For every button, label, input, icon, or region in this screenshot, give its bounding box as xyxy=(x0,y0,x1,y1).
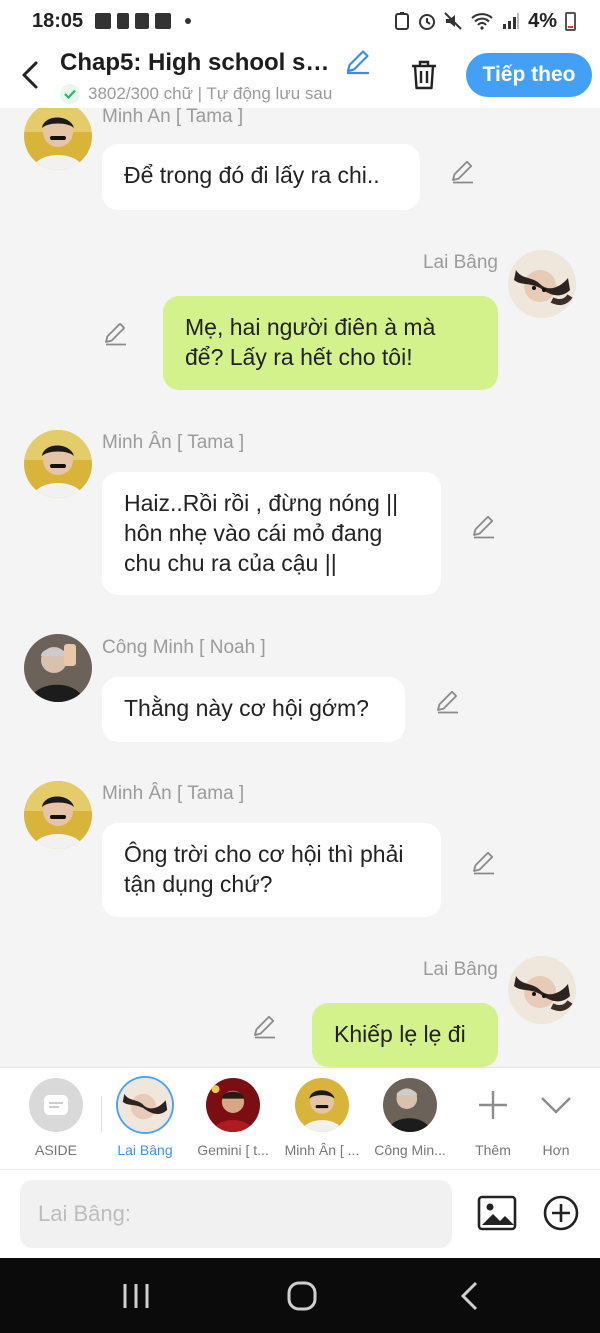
message-input[interactable] xyxy=(20,1180,452,1248)
expand-button[interactable]: Hơn xyxy=(526,1078,586,1158)
image-icon xyxy=(477,1195,517,1231)
trash-icon xyxy=(412,60,436,90)
add-button[interactable] xyxy=(540,1192,582,1234)
character-label: Hơn xyxy=(542,1142,570,1158)
character-label: Thêm xyxy=(475,1142,511,1158)
edit-message-icon[interactable] xyxy=(252,1013,278,1039)
back-nav-icon[interactable] xyxy=(450,1276,490,1316)
avatar xyxy=(206,1078,260,1132)
message-bubble[interactable]: Thằng này cơ hội gớm? xyxy=(102,677,405,742)
character-label: Gemini [ t... xyxy=(197,1142,269,1158)
battery-saver-icon xyxy=(395,12,410,30)
plus-circle-icon xyxy=(543,1195,579,1231)
speaker-name: Minh An [ Tama ] xyxy=(102,108,244,127)
alarm-icon xyxy=(419,14,436,30)
avatar[interactable] xyxy=(24,634,92,702)
avatar[interactable] xyxy=(24,108,92,170)
edit-message-icon[interactable] xyxy=(471,513,497,539)
avatar[interactable] xyxy=(508,956,576,1024)
character-lai-bang[interactable]: Lai Bâng xyxy=(102,1078,188,1158)
edit-message-icon[interactable] xyxy=(471,849,497,875)
chevron-left-icon xyxy=(22,61,38,89)
message-bubble[interactable]: Để trong đó đi lấy ra chi.. xyxy=(102,144,420,210)
edit-message-icon[interactable] xyxy=(450,158,476,184)
character-label: Công Min... xyxy=(374,1142,446,1158)
mute-icon xyxy=(444,12,462,30)
chapter-info: Chap5: High school sw... 3802/300 chữ | … xyxy=(60,47,380,104)
app-header: Chap5: High school sw... 3802/300 chữ | … xyxy=(0,42,600,108)
word-count-status: 3802/300 chữ | Tự động lưu sau xyxy=(88,83,333,103)
character-gemini[interactable]: Gemini [ t... xyxy=(190,1078,276,1158)
speaker-name: Công Minh [ Noah ] xyxy=(102,637,266,658)
avatar xyxy=(118,1078,172,1132)
message-bubble[interactable]: Mẹ, hai người điên à mà để? Lấy ra hết c… xyxy=(163,296,498,390)
edit-title-button[interactable] xyxy=(344,47,372,80)
status-bar: 18:05 4% xyxy=(0,0,600,42)
character-minh-an[interactable]: Minh Ân [ ... xyxy=(279,1078,365,1158)
avatar xyxy=(295,1078,349,1132)
character-selector: ASIDE Lai Bâng Gemini [ t... Minh Ân [ .… xyxy=(0,1067,600,1169)
character-aside[interactable]: ASIDE xyxy=(13,1078,99,1158)
avatar[interactable] xyxy=(508,250,576,318)
avatar[interactable] xyxy=(24,430,92,498)
gallery-notification-icon xyxy=(95,13,112,29)
pencil-icon xyxy=(346,49,369,74)
next-button[interactable]: Tiếp theo xyxy=(466,53,592,97)
speaker-name: Minh Ân [ Tama ] xyxy=(102,783,245,804)
more-notifications-dot xyxy=(185,18,192,24)
character-label: Minh Ân [ ... xyxy=(284,1142,360,1158)
battery-icon xyxy=(565,11,576,31)
chevron-down-icon xyxy=(541,1097,571,1114)
chapter-title[interactable]: Chap5: High school sw... xyxy=(60,49,338,77)
edit-message-icon[interactable] xyxy=(435,688,461,714)
plus-icon xyxy=(479,1091,507,1119)
aside-icon xyxy=(29,1078,83,1132)
message-bubble[interactable]: Khiếp lẹ lẹ đi xyxy=(312,1003,498,1067)
speaker-name: Lai Bâng xyxy=(422,959,498,980)
delete-button[interactable] xyxy=(396,47,452,103)
back-button[interactable] xyxy=(0,45,60,105)
clipboard-notification-icon xyxy=(135,13,150,29)
signal-icon xyxy=(503,13,520,29)
chat-area[interactable]: Minh An [ Tama ] Để trong đó đi lấy ra c… xyxy=(0,108,600,1067)
alert-notification-icon xyxy=(117,13,130,29)
speaker-name: Minh Ân [ Tama ] xyxy=(102,432,245,453)
message-bubble[interactable]: Haiz..Rồi rồi , đừng nóng || hôn nhẹ vào… xyxy=(102,472,441,595)
character-cong-minh[interactable]: Công Min... xyxy=(367,1078,453,1158)
character-label: ASIDE xyxy=(34,1142,77,1158)
wifi-icon xyxy=(471,13,493,30)
shop-notification-icon xyxy=(155,13,172,29)
battery-level: 4% xyxy=(528,9,557,32)
recent-apps-icon[interactable] xyxy=(116,1276,156,1316)
status-time: 18:05 xyxy=(32,9,84,32)
avatar xyxy=(383,1078,437,1132)
message-bubble[interactable]: Ông trời cho cơ hội thì phải tận dụng ch… xyxy=(102,823,441,917)
composer xyxy=(0,1169,600,1258)
avatar[interactable] xyxy=(24,781,92,849)
insert-image-button[interactable] xyxy=(476,1192,518,1234)
character-label: Lai Bâng xyxy=(117,1142,173,1158)
saved-check-icon xyxy=(60,83,80,104)
speaker-name: Lai Bâng xyxy=(422,252,498,273)
home-icon[interactable] xyxy=(282,1276,322,1316)
more-characters-button[interactable]: Thêm xyxy=(453,1078,533,1158)
system-nav-bar xyxy=(0,1258,600,1333)
edit-message-icon[interactable] xyxy=(103,320,129,346)
